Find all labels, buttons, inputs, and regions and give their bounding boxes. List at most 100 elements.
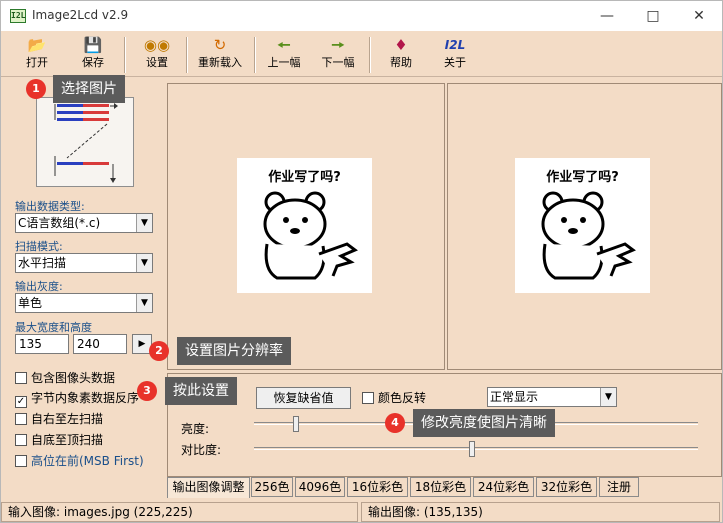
prev-label: 上一幅 <box>267 56 301 69</box>
settings-label: 设置 <box>146 56 168 69</box>
display-mode-select[interactable]: 正常显示 ▼ <box>487 387 617 407</box>
save-button[interactable]: 💾 保存 <box>69 35 117 75</box>
scan-order-icon <box>54 103 118 183</box>
glasses-icon: ◉◉ <box>143 36 171 54</box>
checkbox-box[interactable] <box>362 392 374 404</box>
next-label: 下一幅 <box>321 56 355 69</box>
checkbox-box[interactable] <box>15 372 27 384</box>
checkbox-reverse-pixel-order[interactable]: ✓ 字节内象素数据反序 <box>15 390 140 408</box>
max-width-input[interactable]: 135 <box>15 334 69 354</box>
checkbox-box[interactable] <box>15 413 27 425</box>
scan-mode-label: 扫描模式: <box>15 240 63 253</box>
title-bar: I2L Image2Lcd v2.9 — □ ✕ <box>1 1 722 31</box>
scan-mode-select[interactable]: 水平扫描 ▼ <box>15 253 153 273</box>
toolbar: 📂 打开 💾 保存 ◉◉ 设置 ↻ 重新载入 🠔 上一幅 🠖 下一幅 ♦ 帮助 … <box>1 31 722 77</box>
slider-thumb[interactable] <box>469 441 475 457</box>
callout-set-resolution: 设置图片分辨率 <box>177 337 291 365</box>
checkbox-invert-colors[interactable]: 颜色反转 <box>362 390 426 406</box>
help-book-icon: ♦ <box>394 36 408 54</box>
max-height-input[interactable]: 240 <box>73 334 127 354</box>
scan-mode-value: 水平扫描 <box>18 256 67 270</box>
app-window: I2L Image2Lcd v2.9 — □ ✕ 📂 打开 💾 保存 ◉◉ 设置… <box>0 0 723 523</box>
settings-panel: 输出数据类型: C语言数组(*.c) ▼ 扫描模式: 水平扫描 ▼ 输出灰度: … <box>4 81 162 496</box>
minimize-icon[interactable]: — <box>584 1 630 31</box>
slider-track <box>254 447 698 450</box>
checkbox-label: 自右至左扫描 <box>31 412 104 426</box>
about-button[interactable]: I2L 关于 <box>433 35 477 75</box>
bear-illustration-icon <box>541 191 636 280</box>
callout-click-to-set: 按此设置 <box>165 377 237 405</box>
settings-button[interactable]: ◉◉ 设置 <box>135 35 179 75</box>
input-image: 作业写了吗? <box>237 158 372 293</box>
bear-illustration-icon <box>263 191 358 280</box>
checkbox-box[interactable] <box>15 434 27 446</box>
chevron-down-icon[interactable]: ▼ <box>600 388 616 406</box>
slider-thumb[interactable] <box>293 416 299 432</box>
gray-level-value: 单色 <box>18 296 43 310</box>
tab-bar: 输出图像调整 256色 4096色 16位彩色 18位彩色 24位彩色 32位彩… <box>167 477 722 498</box>
close-icon[interactable]: ✕ <box>676 1 722 31</box>
checkbox-box[interactable] <box>15 455 27 467</box>
toolbar-separator <box>369 37 371 73</box>
toolbar-separator <box>124 37 126 73</box>
prev-image-button[interactable]: 🠔 上一幅 <box>261 35 307 75</box>
help-label: 帮助 <box>390 56 412 69</box>
checkbox-bottom-to-top[interactable]: 自底至顶扫描 <box>15 432 103 448</box>
tab-256-color[interactable]: 256色 <box>251 477 293 497</box>
window-title: Image2Lcd v2.9 <box>32 8 129 22</box>
toolbar-separator <box>186 37 188 73</box>
restore-default-button[interactable]: 恢复缺省值 <box>256 387 351 409</box>
callout-select-image: 选择图片 <box>53 75 125 103</box>
open-button[interactable]: 📂 打开 <box>13 35 61 75</box>
tab-16bit-color[interactable]: 16位彩色 <box>347 477 408 497</box>
tab-4096-color[interactable]: 4096色 <box>295 477 345 497</box>
app-logo-icon: I2L <box>10 9 26 23</box>
scan-mode-diagram <box>36 97 134 187</box>
reload-label: 重新载入 <box>198 56 242 69</box>
reload-button[interactable]: ↻ 重新载入 <box>191 35 249 75</box>
input-image-preview: 作业写了吗? <box>167 83 445 370</box>
next-image-button[interactable]: 🠖 下一幅 <box>315 35 361 75</box>
brightness-label: 亮度: <box>181 422 210 436</box>
save-label: 保存 <box>82 56 104 69</box>
tab-32bit-color[interactable]: 32位彩色 <box>536 477 597 497</box>
chevron-down-icon[interactable]: ▼ <box>136 254 152 272</box>
chevron-down-icon[interactable]: ▼ <box>136 294 152 312</box>
maximize-icon[interactable]: □ <box>630 1 676 31</box>
checkbox-include-header[interactable]: 包含图像头数据 <box>15 370 115 386</box>
gray-level-label: 输出灰度: <box>15 280 63 293</box>
checkbox-label: 包含图像头数据 <box>31 371 116 385</box>
arrow-right-icon: 🠖 <box>331 36 345 54</box>
status-bar: 输入图像: images.jpg (225,225) 输出图像: (135,13… <box>1 499 722 523</box>
checkbox-label: 字节内象素数据反序 <box>31 391 140 405</box>
arrow-left-icon: 🠔 <box>277 36 291 54</box>
output-type-value: C语言数组(*.c) <box>18 216 101 230</box>
callout-badge-3: 3 <box>137 381 157 401</box>
checkbox-right-to-left[interactable]: 自右至左扫描 <box>15 411 103 427</box>
checkbox-box-checked[interactable]: ✓ <box>15 396 27 408</box>
floppy-disk-icon: 💾 <box>83 36 103 54</box>
play-icon: ▶ <box>138 339 146 349</box>
help-button[interactable]: ♦ 帮助 <box>379 35 423 75</box>
folder-open-icon: 📂 <box>27 36 47 54</box>
max-size-label: 最大宽度和高度 <box>15 321 92 334</box>
contrast-slider[interactable] <box>254 440 698 458</box>
chevron-down-icon[interactable]: ▼ <box>136 214 152 232</box>
callout-adjust-brightness: 修改亮度使图片清晰 <box>413 409 555 437</box>
toolbar-separator <box>254 37 256 73</box>
gray-level-select[interactable]: 单色 ▼ <box>15 293 153 313</box>
checkbox-label: 高位在前(MSB First) <box>31 454 144 468</box>
callout-badge-4: 4 <box>385 413 405 433</box>
tab-24bit-color[interactable]: 24位彩色 <box>473 477 534 497</box>
tab-output-adjust[interactable]: 输出图像调整 <box>167 477 250 498</box>
tab-register[interactable]: 注册 <box>599 477 639 497</box>
output-type-label: 输出数据类型: <box>15 200 85 213</box>
checkbox-label: 自底至顶扫描 <box>31 433 104 447</box>
output-type-select[interactable]: C语言数组(*.c) ▼ <box>15 213 153 233</box>
input-image-status: 输入图像: images.jpg (225,225) <box>1 502 358 522</box>
reload-icon: ↻ <box>213 36 227 54</box>
callout-badge-1: 1 <box>26 79 46 99</box>
checkbox-msb-first[interactable]: 高位在前(MSB First) <box>15 453 144 469</box>
output-image-status: 输出图像: (135,135) <box>361 502 720 522</box>
tab-18bit-color[interactable]: 18位彩色 <box>410 477 471 497</box>
